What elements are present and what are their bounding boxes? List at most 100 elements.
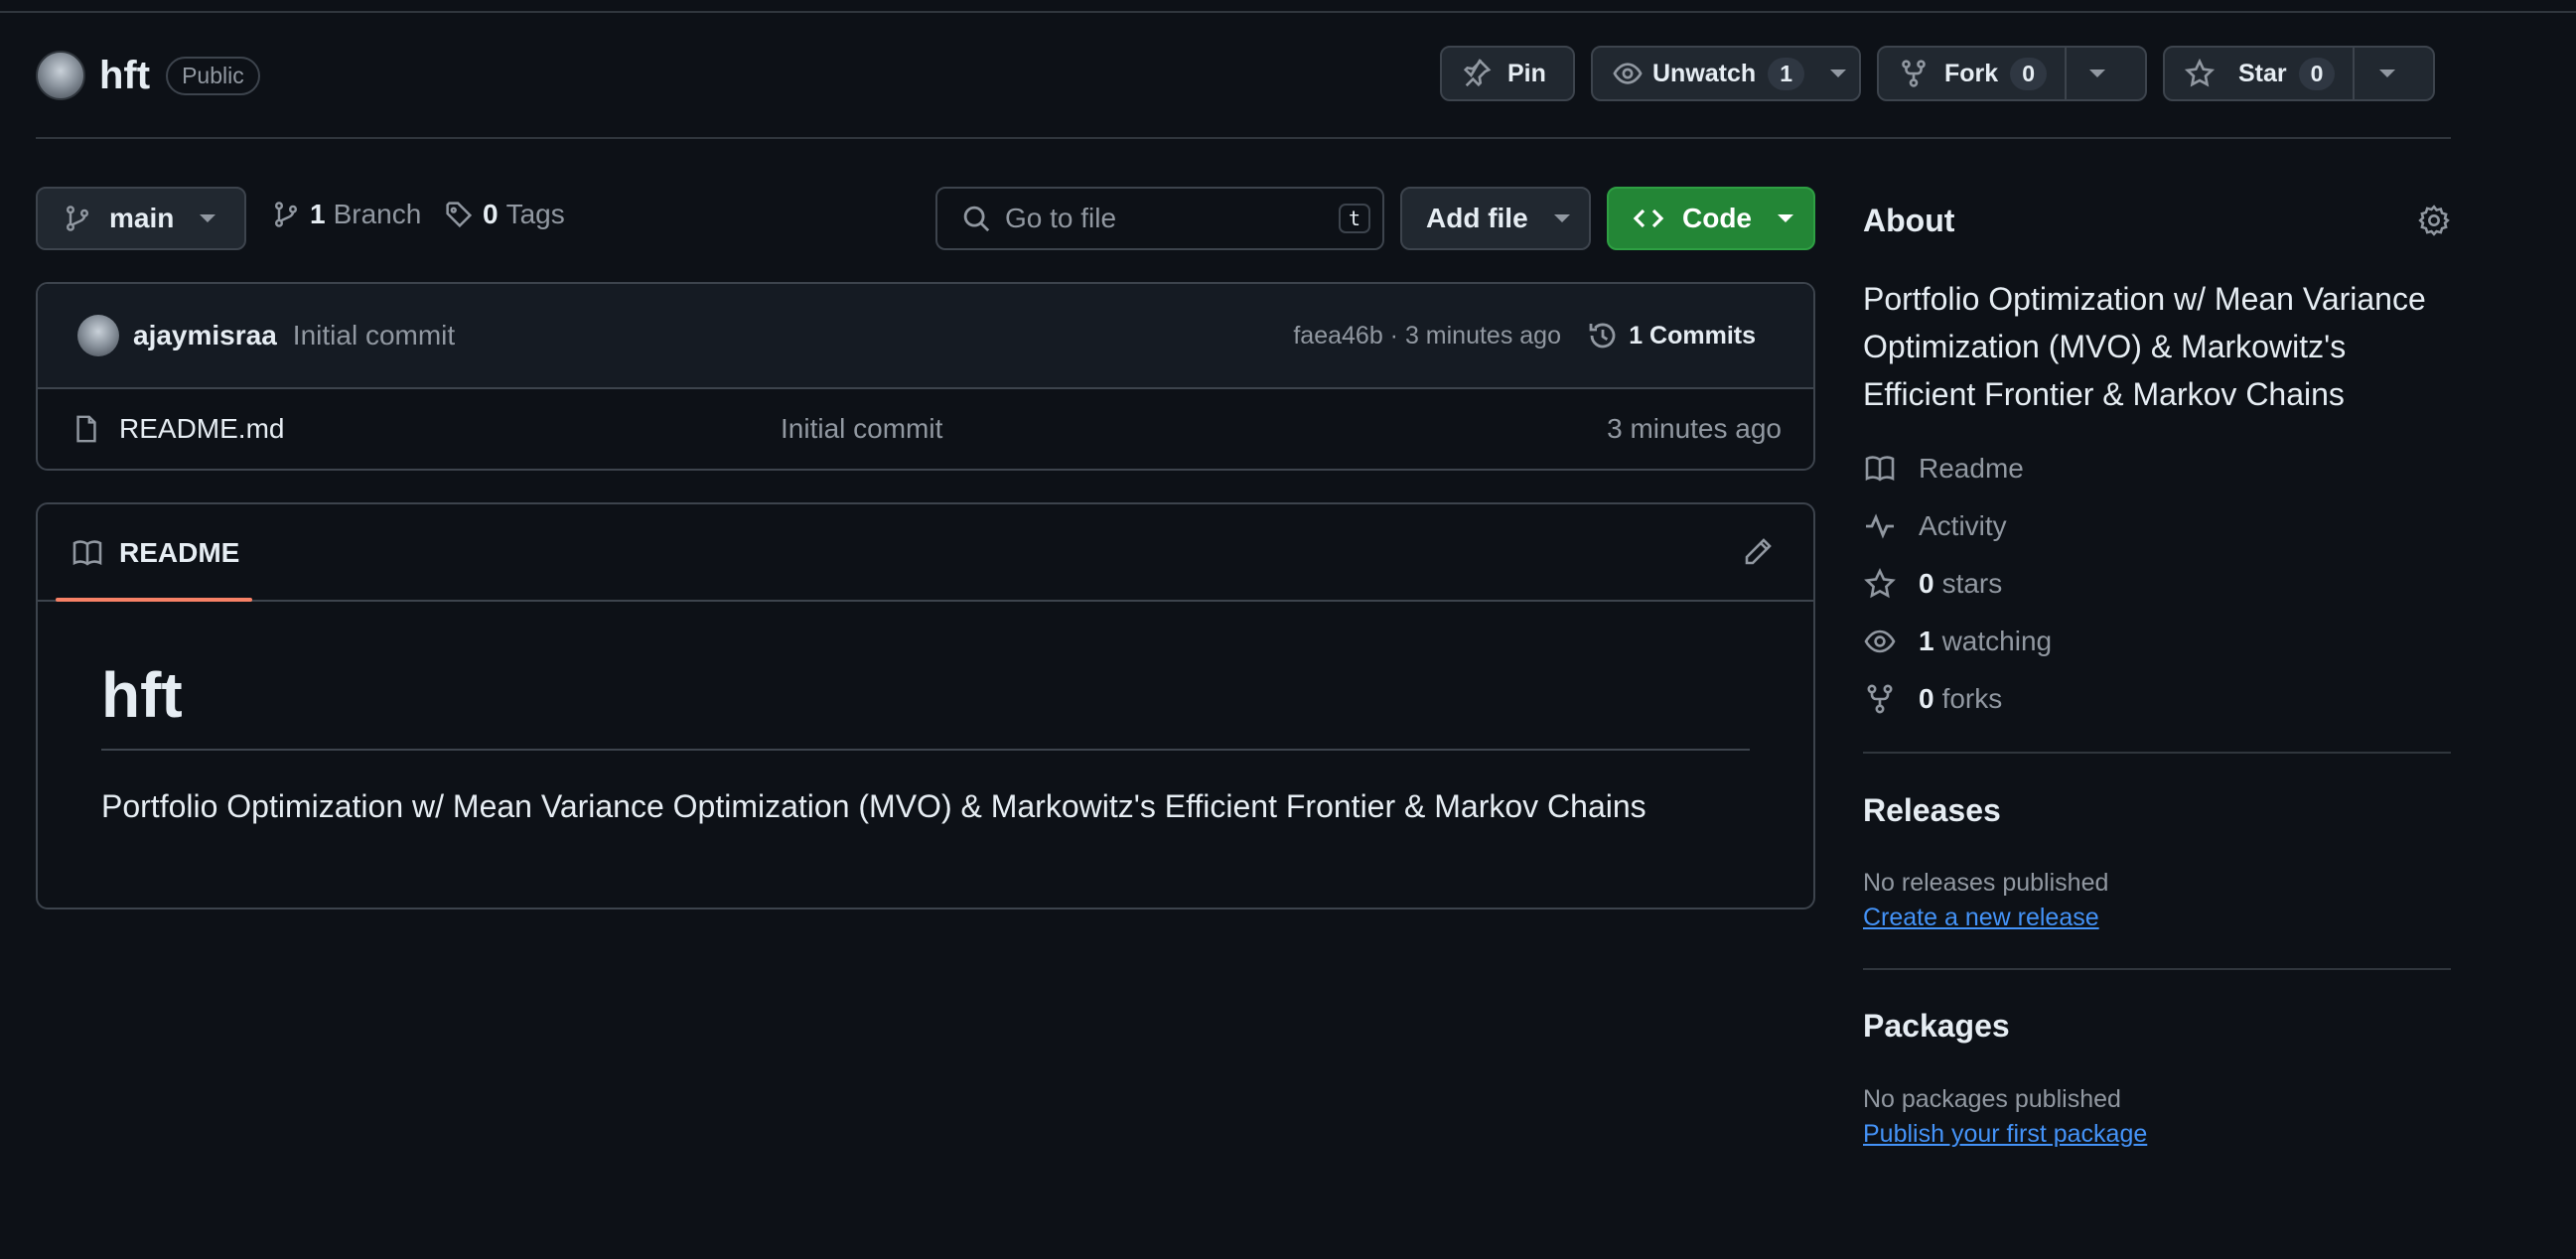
sidebar-divider: [1863, 968, 2451, 970]
branch-selector[interactable]: main: [36, 187, 246, 250]
chevron-down-icon: [2088, 70, 2105, 77]
latest-commit-row: ajaymisraa Initial commit faea46b · 3 mi…: [38, 284, 1813, 389]
tag-icon: [445, 201, 473, 228]
star-dropdown[interactable]: [2355, 48, 2420, 99]
branch-icon: [64, 205, 91, 232]
fork-button-group[interactable]: Fork 0: [1877, 46, 2147, 101]
star-count: 0: [2298, 57, 2336, 90]
readme-heading: hft: [101, 663, 1750, 751]
fork-button[interactable]: Fork 0: [1879, 48, 2065, 99]
fork-icon: [1863, 683, 1897, 715]
eye-icon: [1863, 626, 1897, 657]
packages-empty-text: No packages published: [1863, 1085, 2121, 1113]
commit-meta[interactable]: faea46b · 3 minutes ago: [1293, 322, 1561, 350]
commit-author-avatar[interactable]: [77, 315, 119, 356]
activity-link[interactable]: Activity: [1863, 497, 2451, 555]
stars-count: 0: [1919, 568, 1934, 599]
commit-message[interactable]: Initial commit: [293, 320, 455, 351]
star-button[interactable]: Star 0: [2165, 48, 2353, 99]
star-button-group[interactable]: Star 0: [2163, 46, 2435, 101]
fork-icon: [1899, 59, 1929, 88]
star-label: Star: [2238, 59, 2287, 87]
activity-link-label: Activity: [1919, 510, 2007, 541]
file-name[interactable]: README.md: [119, 413, 284, 445]
about-title: About: [1863, 202, 1955, 238]
chevron-down-icon: [200, 214, 216, 222]
tab-readme[interactable]: README: [56, 504, 255, 602]
star-icon: [1863, 568, 1897, 600]
unwatch-dropdown[interactable]: [1814, 48, 1862, 99]
chevron-down-icon: [1778, 214, 1793, 222]
go-to-file-search[interactable]: Go to file t: [935, 187, 1384, 250]
branches-label: Branch: [333, 199, 422, 229]
code-button[interactable]: Code: [1607, 187, 1815, 250]
active-tab-indicator: [56, 598, 252, 602]
unwatch-label: Unwatch: [1652, 59, 1757, 87]
branch-name: main: [109, 203, 175, 233]
about-list: Readme Activity 0 stars 1 watching 0 for…: [1863, 440, 2451, 728]
file-commit-message[interactable]: Initial commit: [781, 413, 942, 445]
fork-dropdown[interactable]: [2067, 48, 2128, 99]
commits-history-link[interactable]: 1 Commits: [1587, 320, 1756, 351]
releases-title[interactable]: Releases: [1863, 792, 2451, 829]
about-header: About: [1863, 199, 2451, 242]
add-file-label: Add file: [1426, 203, 1528, 233]
packages-title[interactable]: Packages: [1863, 1008, 2451, 1045]
search-icon: [961, 204, 991, 233]
watching-label: watching: [1941, 626, 2053, 656]
forks-label: forks: [1941, 683, 2003, 714]
file-list: ajaymisraa Initial commit faea46b · 3 mi…: [36, 282, 1815, 471]
readme-panel: README hft Portfolio Optimization w/ Mea…: [36, 502, 1815, 909]
pin-button[interactable]: Pin: [1440, 46, 1575, 101]
watching-link[interactable]: 1 watching: [1863, 613, 2451, 670]
readme-paragraph: Portfolio Optimization w/ Mean Variance …: [101, 788, 1646, 824]
branch-icon: [272, 201, 300, 228]
pin-icon: [1462, 59, 1492, 88]
code-label: Code: [1682, 203, 1752, 233]
top-border: [0, 0, 2576, 13]
sidebar-divider: [1863, 752, 2451, 754]
readme-tab-label: README: [119, 537, 240, 568]
chevron-down-icon: [2379, 70, 2396, 77]
tags-count: 0: [483, 199, 499, 229]
book-icon: [72, 537, 103, 569]
commits-label: 1 Commits: [1629, 321, 1756, 350]
pin-label: Pin: [1507, 59, 1546, 87]
owner-avatar[interactable]: [36, 51, 85, 100]
stars-link[interactable]: 0 stars: [1863, 555, 2451, 613]
add-file-button[interactable]: Add file: [1400, 187, 1591, 250]
readme-link[interactable]: Readme: [1863, 440, 2451, 497]
readme-header: README: [38, 504, 1813, 602]
table-row[interactable]: README.md Initial commit 3 minutes ago: [38, 389, 1813, 469]
fork-count: 0: [2010, 57, 2047, 90]
eye-icon: [1613, 59, 1643, 88]
branches-link[interactable]: 1 Branch: [272, 199, 421, 230]
repo-name[interactable]: hft: [99, 54, 150, 98]
chevron-down-icon: [1553, 214, 1570, 222]
fork-label: Fork: [1944, 59, 1999, 87]
commit-author[interactable]: ajaymisraa: [133, 320, 277, 351]
chevron-down-icon: [1829, 70, 1846, 77]
create-release-link[interactable]: Create a new release: [1863, 904, 2099, 931]
code-icon: [1633, 203, 1664, 234]
repo-header: hft Public: [36, 50, 260, 101]
branches-count: 1: [310, 199, 326, 229]
watching-count: 1: [1919, 626, 1934, 656]
search-placeholder: Go to file: [1005, 203, 1117, 233]
tags-link[interactable]: 0 Tags: [445, 199, 565, 230]
about-description: Portfolio Optimization w/ Mean Variance …: [1863, 281, 2426, 412]
unwatch-button[interactable]: Unwatch 1: [1591, 46, 1861, 101]
publish-package-link[interactable]: Publish your first package: [1863, 1120, 2147, 1148]
pencil-icon[interactable]: [1742, 536, 1774, 568]
tags-label: Tags: [505, 199, 565, 229]
forks-count: 0: [1919, 683, 1934, 714]
readme-link-label: Readme: [1919, 453, 2024, 484]
history-icon: [1587, 320, 1619, 351]
stars-label: stars: [1941, 568, 2003, 599]
shortcut-key: t: [1339, 204, 1370, 233]
header-divider: [36, 137, 2451, 139]
file-icon: [72, 414, 101, 444]
forks-link[interactable]: 0 forks: [1863, 670, 2451, 728]
gear-icon[interactable]: [2417, 204, 2451, 237]
releases-empty-text: No releases published: [1863, 869, 2109, 897]
